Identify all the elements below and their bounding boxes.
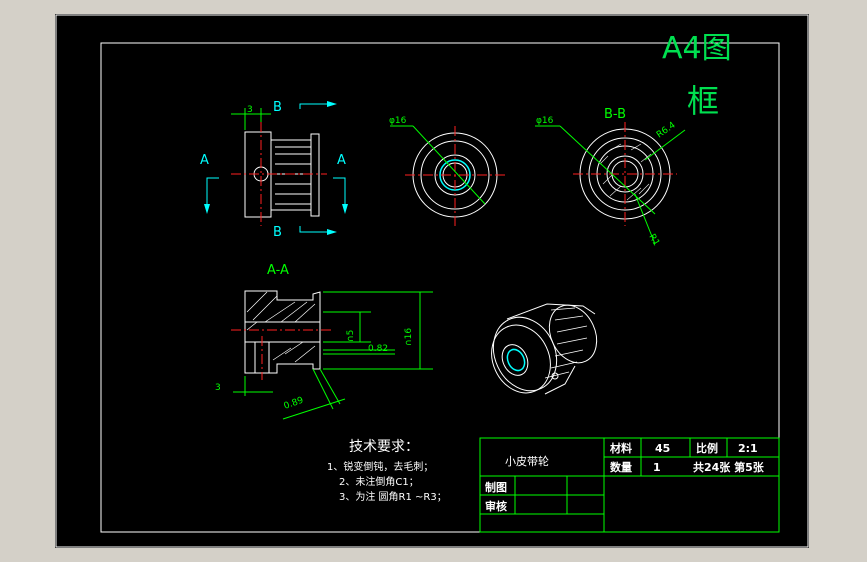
notes-line-3: 3、为注 圆角R1 ~R3； <box>339 492 447 503</box>
section-aa-title: A-A <box>267 263 289 278</box>
notes-line-1: 1、锐变倒钝，去毛刺； <box>327 462 434 473</box>
front-dim-3: 3 <box>247 105 253 115</box>
section-aa-view: A-A ∩16 ∩5 0.82 3 0.89 <box>215 263 433 420</box>
section-aa-dim-n16: ∩16 <box>404 328 414 346</box>
drawing-canvas[interactable]: A4图 框 3 B B A A φ16 B-B φ16 R6.4 R1 A-A … <box>55 14 809 548</box>
section-bb-view: B-B φ16 R6.4 R1 <box>535 107 686 248</box>
title-scale-value: 2:1 <box>738 442 758 455</box>
section-bb-dia: φ16 <box>536 116 554 126</box>
frame-title-line2: 框 <box>687 82 719 120</box>
section-bb-title: B-B <box>604 107 626 122</box>
front-section-b-top: B <box>273 100 282 115</box>
section-aa-dim-089: 0.89 <box>283 395 306 411</box>
notes-line-2: 2、未注倒角C1； <box>339 477 419 488</box>
front-section-a-right: A <box>337 153 346 168</box>
title-part-name: 小皮带轮 <box>505 454 549 468</box>
title-sheets: 共24张 第5张 <box>693 460 765 474</box>
front-section-a-left: A <box>200 153 209 168</box>
notes-title: 技术要求： <box>349 439 419 455</box>
section-aa-dim-082: 0.82 <box>368 344 388 354</box>
section-aa-dim-3: 3 <box>215 383 221 393</box>
frame-title-line1: A4图 <box>662 31 732 66</box>
front-section-b-bottom: B <box>273 225 282 240</box>
front-view: 3 B B A A <box>200 100 348 240</box>
section-bb-r-inner: R1 <box>646 233 661 248</box>
title-material-label: 材料 <box>610 441 632 455</box>
isometric-view <box>491 303 598 395</box>
title-checked-label: 审核 <box>485 499 507 513</box>
end-view-dia: φ16 <box>389 116 407 126</box>
title-qty-label: 数量 <box>610 460 632 474</box>
end-view: φ16 <box>389 116 505 226</box>
title-qty-value: 1 <box>653 461 661 474</box>
title-drawn-label: 制图 <box>485 480 507 494</box>
section-aa-dim-n5: ∩5 <box>346 330 356 342</box>
title-material-value: 45 <box>655 442 670 455</box>
drawing-frame <box>100 42 780 533</box>
title-scale-label: 比例 <box>696 441 718 455</box>
